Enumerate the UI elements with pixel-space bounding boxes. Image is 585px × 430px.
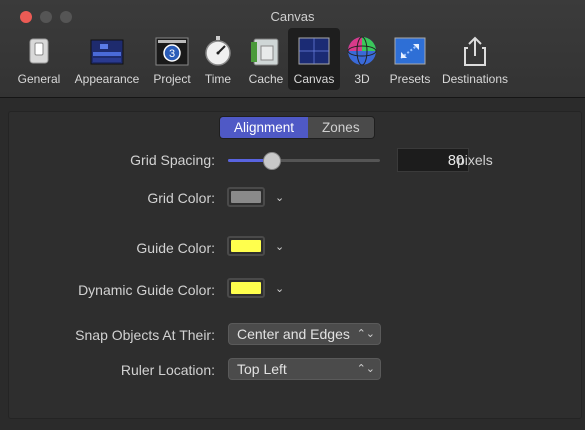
tab-presets-label: Presets xyxy=(389,72,431,86)
presets-icon xyxy=(394,37,426,65)
sphere-icon xyxy=(347,36,377,66)
ruler-location-popup[interactable]: Top Left ⌃⌄ xyxy=(228,358,381,380)
project-icon: 3 xyxy=(155,37,189,66)
up-down-arrows-icon: ⌃⌄ xyxy=(356,363,375,375)
grid-color-fill xyxy=(231,191,261,203)
ruler-location-label: Ruler Location: xyxy=(120,362,215,378)
tab-canvas[interactable]: Canvas xyxy=(288,28,340,90)
tab-3d[interactable]: 3D xyxy=(344,28,380,90)
tab-time[interactable]: Time xyxy=(200,28,236,90)
tab-general[interactable]: General xyxy=(18,28,60,90)
tab-cache[interactable]: Cache xyxy=(246,28,286,90)
tab-3d-label: 3D xyxy=(354,72,370,86)
tab-presets[interactable]: Presets xyxy=(390,28,430,90)
tab-canvas-label: Canvas xyxy=(293,72,335,86)
dynamic-guide-color-label: Dynamic Guide Color: xyxy=(78,282,215,298)
guide-color-chevron-down-icon[interactable]: ⌄ xyxy=(275,240,284,253)
grid-color-well[interactable] xyxy=(227,187,265,207)
dynamic-guide-color-well[interactable] xyxy=(227,278,265,298)
canvas-icon xyxy=(298,37,330,65)
grid-color-chevron-down-icon[interactable]: ⌄ xyxy=(275,191,284,204)
grid-spacing-unit: pixels xyxy=(457,152,493,168)
dynamic-guide-color-chevron-down-icon[interactable]: ⌄ xyxy=(275,282,284,295)
toolbar: Canvas General Appearance 3 Project Time… xyxy=(0,0,585,98)
window-title: Canvas xyxy=(270,9,315,24)
tab-destinations-label: Destinations xyxy=(441,72,509,86)
cache-icon xyxy=(251,38,279,66)
tab-destinations[interactable]: Destinations xyxy=(442,28,508,90)
grid-spacing-label: Grid Spacing: xyxy=(130,152,215,168)
ruler-location-value: Top Left xyxy=(237,361,287,377)
snap-objects-value: Center and Edges xyxy=(237,326,350,342)
guide-color-well[interactable] xyxy=(227,236,265,256)
guide-color-fill xyxy=(231,240,261,252)
snap-objects-label: Snap Objects At Their: xyxy=(75,327,215,343)
switch-icon xyxy=(29,38,49,64)
segment-zones[interactable]: Zones xyxy=(308,117,374,138)
appearance-icon xyxy=(90,39,124,65)
stopwatch-icon xyxy=(205,36,231,66)
share-icon xyxy=(464,36,486,66)
alignment-zones-segmented-control: Alignment Zones xyxy=(219,116,375,139)
tab-time-label: Time xyxy=(204,72,232,86)
preferences-window: Canvas General Appearance 3 Project Time… xyxy=(0,0,585,430)
snap-objects-popup[interactable]: Center and Edges ⌃⌄ xyxy=(228,323,381,345)
tab-appearance[interactable]: Appearance xyxy=(75,28,139,90)
grid-spacing-slider-knob[interactable] xyxy=(262,152,281,170)
grid-color-label: Grid Color: xyxy=(147,190,215,206)
dynamic-guide-color-fill xyxy=(231,282,261,294)
tab-appearance-label: Appearance xyxy=(74,72,140,86)
svg-text:3: 3 xyxy=(169,48,175,60)
tab-project[interactable]: 3 Project xyxy=(152,28,192,90)
grid-spacing-slider[interactable] xyxy=(228,159,380,162)
up-down-arrows-icon: ⌃⌄ xyxy=(356,328,375,340)
guide-color-label: Guide Color: xyxy=(136,240,215,256)
tab-cache-label: Cache xyxy=(248,72,284,86)
segment-alignment[interactable]: Alignment xyxy=(220,117,309,138)
tab-project-label: Project xyxy=(153,72,191,86)
